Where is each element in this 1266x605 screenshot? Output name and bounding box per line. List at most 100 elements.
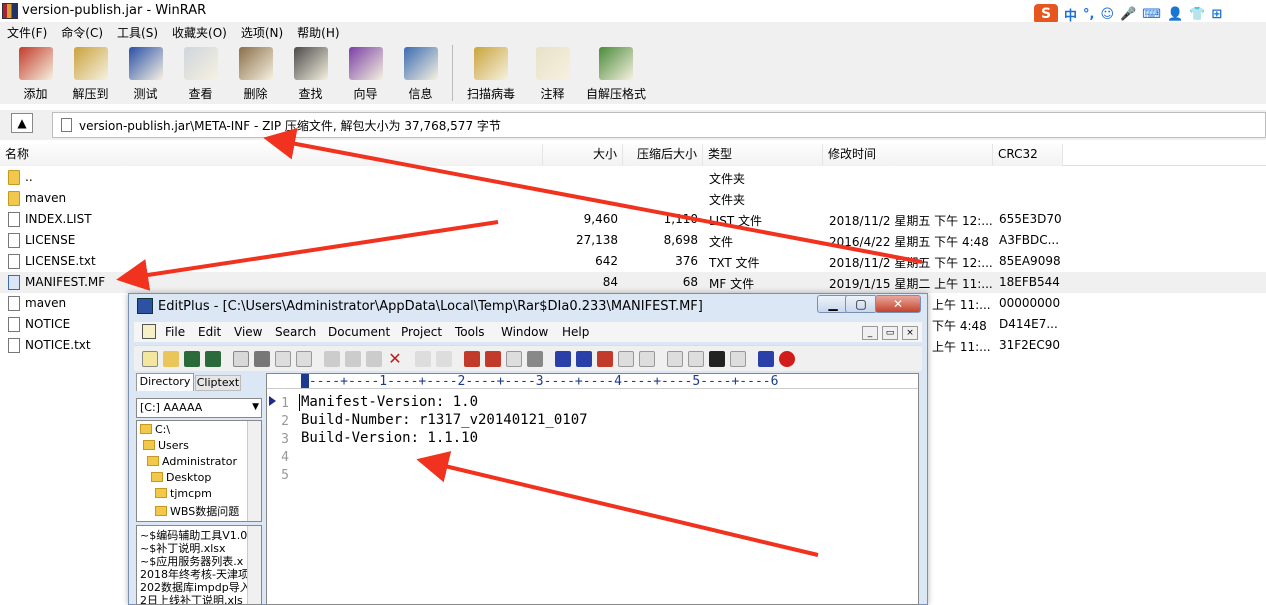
cut-icon[interactable] — [324, 351, 340, 367]
column-modified[interactable]: 修改时间 — [823, 144, 993, 166]
goto-icon[interactable] — [527, 351, 543, 367]
find-button[interactable]: 查找 — [283, 42, 338, 102]
list-item[interactable]: maven 文件夹 — [0, 188, 1266, 209]
menu-options[interactable]: 选项(N) — [234, 24, 290, 41]
menu-search[interactable]: Search — [275, 325, 316, 339]
ime-item[interactable]: °, — [1083, 7, 1094, 22]
tree-item[interactable]: Users — [143, 439, 189, 452]
tool-window-icon[interactable] — [730, 351, 746, 367]
sfx-button[interactable]: 自解压格式 — [580, 42, 652, 102]
menu-help[interactable]: Help — [562, 325, 589, 339]
word-wrap-icon[interactable] — [576, 351, 592, 367]
print-preview-icon[interactable] — [233, 351, 249, 367]
scan-virus-button[interactable]: 扫描病毒 — [457, 42, 525, 102]
find-in-files-icon[interactable] — [506, 351, 522, 367]
column-packed[interactable]: 压缩后大小 — [623, 144, 703, 166]
menu-view[interactable]: View — [234, 325, 262, 339]
mdi-restore-button[interactable]: ▭ — [882, 326, 898, 340]
undo-icon[interactable] — [415, 351, 431, 367]
ime-item[interactable]: 👕 — [1189, 7, 1205, 22]
menu-window[interactable]: Window — [501, 325, 548, 339]
up-folder-button[interactable]: ▲ — [11, 113, 33, 133]
tree-item[interactable]: WBS数据问题 — [155, 503, 239, 519]
add-button[interactable]: 添加 — [8, 42, 63, 102]
comment-button[interactable]: 注释 — [525, 42, 580, 102]
delete-button[interactable]: 删除 — [228, 42, 283, 102]
replace-icon[interactable] — [485, 351, 501, 367]
redo-icon[interactable] — [436, 351, 452, 367]
column-name[interactable]: 名称 — [0, 144, 543, 166]
save-all-icon[interactable] — [205, 351, 221, 367]
menu-edit[interactable]: Edit — [198, 325, 221, 339]
info-button[interactable]: 信息 — [393, 42, 448, 102]
tab-cliptext[interactable]: Cliptext — [195, 375, 241, 391]
directory-window-icon[interactable] — [667, 351, 683, 367]
list-item[interactable]: INDEX.LIST 9,460 1,110 LIST 文件 2018/11/2 星期五… — [0, 209, 1266, 230]
code-line[interactable]: Build-Number: r1317_v20140121_0107 — [301, 412, 588, 428]
text-editor[interactable]: -----+----1----+----2----+----3----+----… — [266, 373, 919, 605]
code-line[interactable]: Build-Version: 1.1.10 — [301, 430, 478, 446]
mdi-close-button[interactable]: × — [902, 326, 918, 340]
tree-item[interactable]: tjmcpm — [155, 487, 212, 500]
line-number-icon[interactable] — [597, 351, 613, 367]
cliptext-window-icon[interactable] — [688, 351, 704, 367]
menu-file[interactable]: 文件(F) — [0, 24, 54, 41]
menu-favorites[interactable]: 收藏夹(O) — [165, 24, 234, 41]
menu-project[interactable]: Project — [401, 325, 442, 339]
file-list-pane[interactable]: ~$编码辅助工具V1.0 ~$补丁说明.xlsx ~$应用服务器列表.x 201… — [136, 525, 262, 605]
menu-tools[interactable]: 工具(S) — [110, 24, 165, 41]
menu-tools[interactable]: Tools — [455, 325, 485, 339]
copy-icon[interactable] — [345, 351, 361, 367]
tree-scrollbar[interactable] — [247, 421, 261, 521]
ime-item[interactable]: 👤 — [1167, 7, 1183, 22]
tree-item[interactable]: Administrator — [147, 455, 237, 468]
ime-toolbar[interactable]: S 中 °, ☺ 🎤 ⌨ 👤 👕 ⊞ — [1034, 4, 1244, 24]
stop-icon[interactable] — [779, 351, 795, 367]
ime-item[interactable]: ☺ — [1100, 7, 1114, 22]
open-folder-icon[interactable] — [163, 351, 179, 367]
list-item[interactable]: 2日上线补丁说明.xls — [140, 592, 243, 604]
maximize-button[interactable]: ▢ — [845, 295, 877, 313]
ime-item[interactable]: ⌨ — [1142, 7, 1161, 22]
test-button[interactable]: 测试 — [118, 42, 173, 102]
list-item[interactable]: LICENSE 27,138 8,698 文件 2016/4/22 星期五 下午 4:4… — [0, 230, 1266, 251]
menu-file[interactable]: File — [165, 325, 185, 339]
sogou-logo-icon[interactable]: S — [1034, 4, 1058, 24]
editplus-window[interactable]: EditPlus - [C:\Users\Administrator\AppDa… — [128, 293, 928, 605]
column-size[interactable]: 大小 — [543, 144, 623, 166]
ime-item[interactable]: 🎤 — [1120, 7, 1136, 22]
menu-commands[interactable]: 命令(C) — [54, 24, 110, 41]
list-item-selected[interactable]: MANIFEST.MF 84 68 MF 文件 2019/1/15 星期二 上午 11:… — [0, 272, 1266, 293]
font-icon[interactable] — [555, 351, 571, 367]
preferences-icon[interactable] — [639, 351, 655, 367]
menu-document[interactable]: Document — [328, 325, 390, 339]
help-icon[interactable] — [758, 351, 774, 367]
mdi-minimize-button[interactable]: _ — [862, 326, 878, 340]
ime-item[interactable]: ⊞ — [1211, 7, 1222, 22]
menu-help[interactable]: 帮助(H) — [290, 24, 346, 41]
code-line[interactable]: Manifest-Version: 1.0 — [301, 394, 478, 410]
tab-directory[interactable]: Directory — [136, 373, 194, 391]
extract-to-button[interactable]: 解压到 — [63, 42, 118, 102]
directory-tree[interactable]: C:\ Users Administrator Desktop tjmcpm W… — [136, 420, 262, 522]
save-icon[interactable] — [184, 351, 200, 367]
files-scrollbar[interactable] — [247, 526, 261, 604]
list-item[interactable]: LICENSE.txt 642 376 TXT 文件 2018/11/2 星期五 下午 … — [0, 251, 1266, 272]
browser-icon[interactable] — [296, 351, 312, 367]
address-field[interactable]: version-publish.jar\META-INF - ZIP 压缩文件,… — [52, 112, 1266, 138]
spellcheck-icon[interactable] — [275, 351, 291, 367]
tree-item[interactable]: C:\ — [140, 423, 170, 436]
delete-icon[interactable]: ✕ — [387, 351, 403, 367]
column-crc[interactable]: CRC32 — [993, 144, 1063, 166]
close-button[interactable]: ✕ — [875, 295, 921, 313]
find-icon[interactable] — [464, 351, 480, 367]
ime-item[interactable]: 中 — [1064, 5, 1077, 24]
column-type[interactable]: 类型 — [703, 144, 823, 166]
paste-icon[interactable] — [366, 351, 382, 367]
print-icon[interactable] — [254, 351, 270, 367]
drive-select[interactable]: [C:] AAAAA ▼ — [136, 398, 262, 418]
wizard-button[interactable]: 向导 — [338, 42, 393, 102]
list-item[interactable]: .. 文件夹 — [0, 167, 1266, 188]
new-file-icon[interactable] — [142, 351, 158, 367]
tree-item[interactable]: Desktop — [151, 471, 211, 484]
